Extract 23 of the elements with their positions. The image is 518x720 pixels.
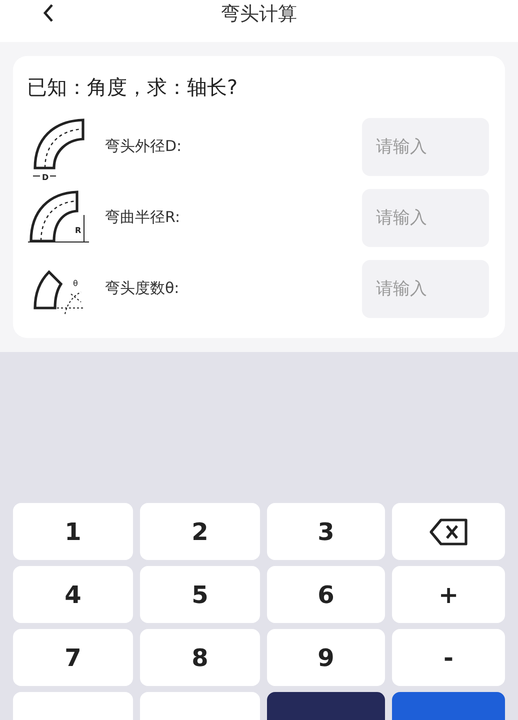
field-label: 弯曲半径R: bbox=[105, 208, 182, 227]
key[interactable]: + bbox=[392, 566, 505, 623]
backspace-key[interactable] bbox=[392, 503, 505, 560]
key[interactable]: 1 bbox=[13, 503, 133, 560]
backspace-icon bbox=[428, 516, 468, 546]
key[interactable]: 4 bbox=[13, 566, 133, 623]
elbow-angle-drawing: θ bbox=[27, 256, 89, 322]
key[interactable]: 7 bbox=[13, 629, 133, 686]
input-field[interactable]: 请输入 bbox=[362, 260, 489, 318]
input-field[interactable]: 请输入 bbox=[362, 118, 489, 176]
key[interactable]: 6 bbox=[267, 566, 385, 623]
input-field[interactable]: 请输入 bbox=[362, 188, 489, 246]
page-title: 弯头计算 bbox=[221, 2, 297, 27]
back-icon[interactable] bbox=[42, 3, 54, 23]
key[interactable]: 3 bbox=[267, 503, 385, 560]
key[interactable]: 5 bbox=[140, 566, 260, 623]
key[interactable]: 2 bbox=[140, 503, 260, 560]
key[interactable]: - bbox=[392, 629, 505, 686]
key[interactable]: 8 bbox=[140, 629, 260, 686]
field-label: 弯头外径D: bbox=[105, 137, 183, 156]
question-text: 已知：角度，求：轴长? bbox=[27, 74, 239, 101]
field-label: 弯头度数θ: bbox=[105, 279, 180, 298]
key[interactable]: 9 bbox=[267, 629, 385, 686]
